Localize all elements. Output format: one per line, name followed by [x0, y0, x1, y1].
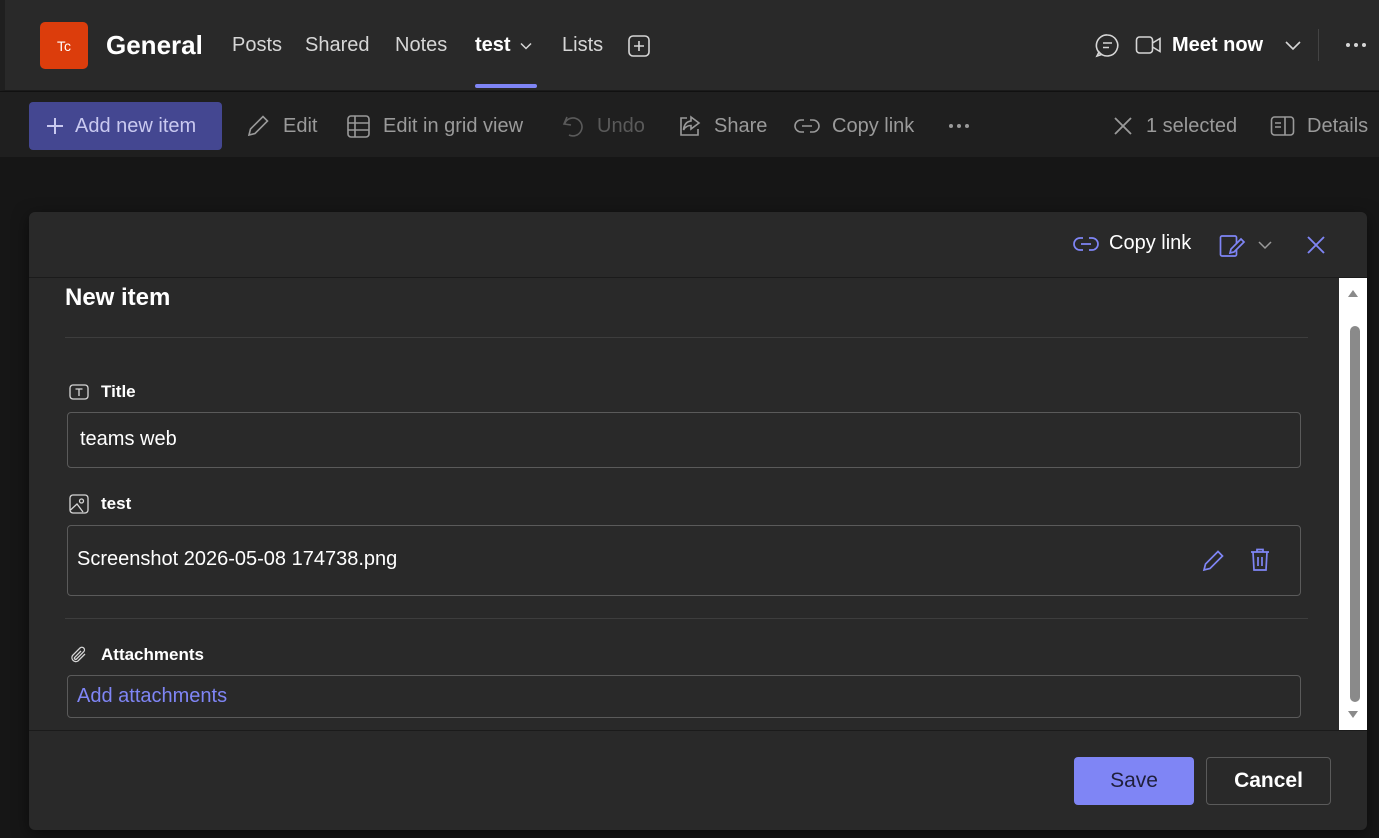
- details-label: Details: [1307, 114, 1369, 137]
- cancel-button[interactable]: Cancel: [1206, 757, 1331, 805]
- trash-icon[interactable]: [1249, 547, 1271, 572]
- share-icon: [677, 114, 702, 139]
- image-field-box: Screenshot 2026-05-08 174738.png: [67, 525, 1301, 596]
- test-field-label: test: [69, 494, 131, 514]
- close-icon: [1112, 115, 1134, 137]
- divider: [65, 618, 1308, 619]
- add-attachments-label: Add attachments: [77, 685, 228, 707]
- divider: [65, 337, 1308, 338]
- tab-lists[interactable]: Lists: [562, 34, 603, 57]
- selected-count-label: 1 selected: [1146, 114, 1238, 137]
- plus-icon: [45, 116, 65, 136]
- close-icon[interactable]: [1305, 234, 1327, 256]
- share-button[interactable]: Share: [677, 102, 767, 150]
- list-toolbar: Add new item Edit Edit in grid view Undo…: [0, 91, 1379, 157]
- title-input-value: teams web: [80, 428, 177, 450]
- save-button[interactable]: Save: [1074, 757, 1194, 805]
- chevron-down-icon[interactable]: [519, 39, 533, 53]
- new-item-panel: Copy link New item Title teams web test …: [29, 212, 1367, 830]
- add-new-item-label: Add new item: [75, 114, 197, 137]
- tab-posts[interactable]: Posts: [232, 34, 282, 57]
- meet-options-chevron-icon[interactable]: [1284, 38, 1302, 52]
- pencil-icon[interactable]: [1201, 548, 1226, 573]
- undo-label: Undo: [597, 114, 645, 137]
- title-field-label: Title: [69, 382, 136, 402]
- toolbar-more-button[interactable]: [948, 102, 970, 150]
- test-label-text: test: [101, 494, 132, 513]
- form-options-chevron-icon[interactable]: [1257, 239, 1273, 251]
- attachments-label-text: Attachments: [101, 645, 204, 664]
- copy-link-label: Copy link: [832, 114, 915, 137]
- panel-copy-link-label: Copy link: [1109, 232, 1192, 254]
- clear-selection-button[interactable]: 1 selected: [1112, 102, 1237, 150]
- add-tab-icon[interactable]: [627, 34, 651, 58]
- paperclip-icon: [69, 645, 89, 665]
- more-icon: [948, 123, 970, 129]
- link-icon: [1073, 236, 1099, 252]
- edit-form-icon[interactable]: [1219, 234, 1246, 258]
- more-icon[interactable]: [1345, 38, 1367, 52]
- panel-header: Copy link: [29, 212, 1367, 278]
- text-field-icon: [69, 384, 89, 400]
- team-avatar[interactable]: Tc: [40, 22, 88, 69]
- tab-shared[interactable]: Shared: [305, 34, 370, 57]
- copy-link-button[interactable]: Copy link: [794, 102, 914, 150]
- channel-title: General: [106, 30, 203, 60]
- add-attachments-button[interactable]: Add attachments: [67, 675, 1301, 718]
- form-scrollbar[interactable]: [1339, 278, 1367, 730]
- form-footer: Save Cancel: [29, 730, 1367, 830]
- video-icon[interactable]: [1135, 34, 1162, 56]
- details-pane-icon: [1270, 115, 1295, 137]
- edit-grid-label: Edit in grid view: [383, 114, 524, 137]
- header-divider: [1318, 29, 1319, 61]
- attachments-field-label: Attachments: [69, 645, 204, 665]
- scroll-up-icon[interactable]: [1347, 288, 1359, 298]
- channel-header: Tc General Posts Shared Notes test Lists…: [0, 0, 1379, 91]
- share-label: Share: [714, 114, 768, 137]
- panel-copy-link-button[interactable]: Copy link: [1073, 232, 1191, 255]
- edit-in-grid-view-button[interactable]: Edit in grid view: [346, 102, 523, 150]
- scroll-thumb[interactable]: [1350, 326, 1360, 702]
- tab-notes[interactable]: Notes: [395, 34, 447, 57]
- link-icon: [794, 118, 820, 134]
- chat-icon[interactable]: [1094, 32, 1121, 59]
- form-body: New item Title teams web test Screenshot…: [29, 278, 1339, 730]
- edit-label: Edit: [283, 114, 318, 137]
- undo-icon: [561, 113, 585, 139]
- scroll-down-icon[interactable]: [1347, 710, 1359, 720]
- grid-icon: [346, 114, 371, 139]
- image-file-name: Screenshot 2026-05-08 174738.png: [77, 548, 398, 570]
- edit-button[interactable]: Edit: [245, 102, 317, 150]
- undo-button[interactable]: Undo: [561, 102, 645, 150]
- meet-now-button[interactable]: Meet now: [1172, 34, 1263, 57]
- title-label-text: Title: [101, 382, 136, 401]
- active-tab-indicator: [475, 84, 537, 88]
- tab-test[interactable]: test: [475, 34, 511, 57]
- form-title: New item: [65, 284, 171, 311]
- details-button[interactable]: Details: [1270, 102, 1368, 150]
- title-input[interactable]: teams web: [67, 412, 1301, 468]
- image-field-icon: [69, 494, 89, 514]
- pencil-icon: [245, 113, 271, 139]
- add-new-item-button[interactable]: Add new item: [29, 102, 222, 150]
